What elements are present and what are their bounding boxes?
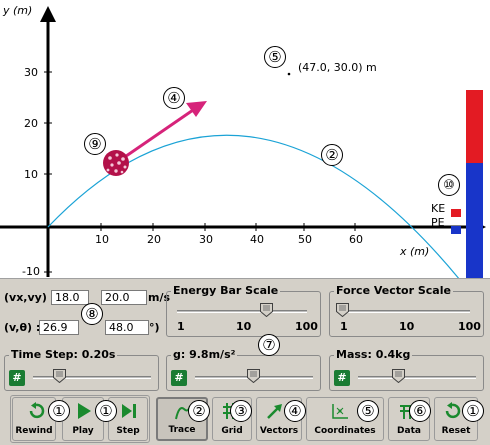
ke-legend-swatch (451, 209, 461, 217)
time-step-group: Time Step: 0.20s # (4, 348, 159, 391)
force-vector-scale-track[interactable] (340, 310, 470, 313)
time-step-label: Time Step: 0.20s (9, 348, 118, 361)
callout-1-play: ① (95, 400, 117, 422)
coordinate-readout: (47.0, 30.0) m (298, 61, 377, 74)
simulation-stage[interactable]: y (m) x (m) 30 20 10 -10 10 20 30 40 50 … (0, 0, 490, 278)
velocity-vector-arrowhead-icon[interactable] (186, 101, 207, 117)
potential-energy-bar (466, 163, 483, 278)
callout-6: ⑥ (409, 400, 431, 422)
coordinate-point (287, 72, 291, 76)
y-tick-label: 10 (24, 168, 38, 181)
y-axis-arrow-icon (40, 6, 56, 22)
force-vector-scale-slider-thumb[interactable] (336, 303, 349, 317)
velocity-vector[interactable] (115, 106, 197, 165)
gravity-label: g: 9.8m/s² (171, 348, 238, 361)
pe-legend-swatch (451, 226, 461, 234)
energy-bar-scale-track[interactable] (177, 310, 307, 313)
force-vector-scale-tick: 10 (399, 320, 415, 333)
ke-legend-label: KE (431, 202, 445, 215)
callout-8: ⑧ (81, 303, 103, 325)
grid-label: Grid (221, 426, 243, 436)
x-tick-label: 60 (349, 233, 363, 246)
x-tick-label: 20 (147, 233, 161, 246)
callout-3: ③ (230, 400, 252, 422)
step-icon (122, 404, 136, 418)
mass-track[interactable] (358, 376, 476, 379)
x-tick-label: 50 (298, 233, 312, 246)
step-label: Step (116, 426, 140, 436)
rewind-icon (29, 402, 45, 419)
play-icon (78, 403, 91, 419)
mass-hash-button[interactable]: # (334, 370, 350, 386)
energy-bar-scale-tick: 1 (177, 320, 185, 333)
velocity-polar-label: (v,θ) : (4, 321, 41, 334)
x-tick-label: 10 (95, 233, 109, 246)
force-vector-scale-tick: 1 (340, 320, 348, 333)
callout-5-coordinates: ⑤ (357, 400, 379, 422)
callout-9: ⑨ (84, 133, 106, 155)
callout-2: ② (321, 144, 343, 166)
time-step-hash-button[interactable]: # (9, 370, 25, 386)
energy-bar-scale-group: Energy Bar Scale 1 10 100 (166, 284, 321, 337)
vx-input[interactable] (51, 290, 89, 305)
angle-input[interactable] (105, 320, 149, 335)
speed-input[interactable] (39, 320, 79, 335)
gravity-slider-thumb[interactable] (247, 369, 260, 383)
kinetic-energy-bar (466, 90, 483, 163)
callout-5: ⑤ (264, 46, 286, 68)
force-vector-scale-group: Force Vector Scale 1 10 100 (329, 284, 484, 337)
gravity-hash-button[interactable]: # (171, 370, 187, 386)
energy-bar-scale-slider-thumb[interactable] (260, 303, 273, 317)
mass-slider-thumb[interactable] (392, 369, 405, 383)
callout-7: ⑦ (258, 334, 280, 356)
coordinates-icon (332, 404, 348, 419)
reset-icon (445, 402, 461, 419)
time-step-slider-thumb[interactable] (53, 369, 66, 383)
control-panel: (vx,vy) : m/s (v,θ) : °) ⑧ Energy Bar Sc… (0, 278, 490, 445)
x-tick-label: 30 (199, 233, 213, 246)
velocity-xy-label: (vx,vy) : (4, 291, 56, 304)
y-axis-label: y (m) (2, 4, 32, 17)
callout-10: ⑩ (438, 174, 460, 196)
y-tick-label: 30 (24, 66, 38, 79)
vectors-icon (267, 404, 282, 419)
velocity-polar-unit: °) (149, 321, 160, 334)
pe-legend-label: PE (431, 216, 445, 229)
vy-input[interactable] (101, 290, 147, 305)
y-tick-label: 20 (24, 117, 38, 130)
x-axis-label: x (m) (399, 245, 429, 258)
rewind-label: Rewind (15, 426, 53, 436)
force-vector-scale-title: Force Vector Scale (334, 284, 453, 297)
callout-4-vectors: ④ (284, 400, 306, 422)
mass-label: Mass: 0.4kg (334, 348, 413, 361)
trace-label: Trace (168, 425, 196, 435)
coordinates-label: Coordinates (314, 426, 376, 436)
callout-2-trace: ② (188, 400, 210, 422)
data-label: Data (397, 426, 421, 436)
gravity-group: g: 9.8m/s² # (166, 348, 321, 391)
reset-label: Reset (441, 426, 471, 436)
callout-1-rewind: ① (48, 400, 70, 422)
time-step-track[interactable] (33, 376, 151, 379)
force-vector-scale-tick: 100 (458, 320, 481, 333)
vectors-label: Vectors (259, 426, 299, 436)
x-tick-label: 40 (250, 233, 264, 246)
energy-bar-scale-tick: 100 (295, 320, 318, 333)
play-label: Play (72, 426, 94, 436)
callout-1-reset: ① (462, 400, 484, 422)
energy-bar-scale-title: Energy Bar Scale (171, 284, 281, 297)
callout-4: ④ (163, 87, 185, 109)
energy-bar-scale-tick: 10 (236, 320, 252, 333)
y-tick-label: -10 (22, 265, 40, 278)
mass-group: Mass: 0.4kg # (329, 348, 484, 391)
